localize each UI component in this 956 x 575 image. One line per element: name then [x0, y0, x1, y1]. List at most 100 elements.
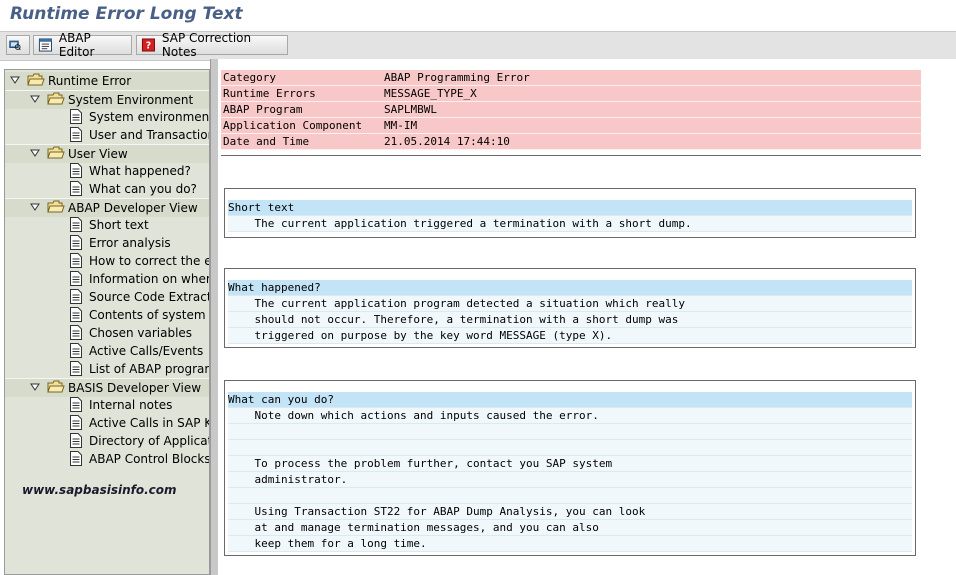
- display-object-button[interactable]: [6, 35, 30, 55]
- tree-item-information-on-where[interactable]: Information on where: [5, 270, 210, 288]
- tree-item-directory-of-application-tables[interactable]: Directory of Applicatio: [5, 432, 210, 450]
- document-icon: [70, 307, 82, 322]
- section-line-text: at and manage termination messages, and …: [228, 521, 599, 534]
- tree-item-label: Directory of Applicatio: [89, 434, 210, 448]
- tree-item-contents-of-system-fields[interactable]: Contents of system fie: [5, 306, 209, 324]
- dump-header-table: Category ABAP Programming Error Runtime …: [221, 70, 921, 150]
- section-line-text: The current application triggered a term…: [228, 217, 692, 230]
- sap-correction-notes-button[interactable]: ? SAP Correction Notes: [136, 31, 288, 59]
- section-line: keep them for a long time.: [228, 536, 912, 552]
- tree-node-label: ABAP Developer View: [68, 201, 198, 215]
- header-value: MESSAGE_TYPE_X: [384, 87, 477, 100]
- tree-item-label: System environment: [89, 110, 210, 124]
- abap-editor-button[interactable]: ABAP Editor: [33, 31, 132, 59]
- tree-node-label: System Environment: [68, 93, 194, 107]
- tree-item-label: Active Calls in SAP Ker: [89, 416, 209, 430]
- section-line-text: Note down which actions and inputs cause…: [228, 409, 599, 422]
- folder-open-icon: [47, 146, 65, 159]
- section-line-text: administrator.: [228, 473, 348, 486]
- display-icon: [9, 40, 21, 51]
- section-line: The current application triggered a term…: [228, 216, 912, 232]
- section-title-text: What happened?: [228, 281, 321, 294]
- pane-splitter[interactable]: [210, 59, 218, 575]
- tree-item-what-happened[interactable]: What happened?: [5, 162, 209, 180]
- tree-item-active-calls-in-sap-kernel[interactable]: Active Calls in SAP Ker: [5, 414, 209, 432]
- document-icon: [70, 361, 82, 376]
- header-row: Date and Time 21.05.2014 17:44:10: [221, 134, 921, 150]
- section-line: should not occur. Therefore, a terminati…: [228, 312, 912, 328]
- tree-item-label: ABAP Control Blocks ((: [89, 452, 210, 466]
- tree-item-label: How to correct the er: [89, 254, 210, 268]
- tree-item-source-code-extract[interactable]: Source Code Extract: [5, 288, 210, 306]
- tree-item-label: List of ABAP programs: [89, 362, 210, 376]
- notes-icon: ?: [141, 38, 155, 52]
- header-value: MM-IM: [384, 119, 418, 132]
- tree-node-abap-developer-view[interactable]: ABAP Developer View: [5, 198, 209, 217]
- tree-item-active-calls-events[interactable]: Active Calls/Events: [5, 342, 209, 360]
- document-icon: [70, 343, 82, 358]
- folder-open-icon: [47, 380, 65, 393]
- header-key: ABAP Program: [223, 103, 303, 116]
- sap-correction-notes-label: SAP Correction Notes: [161, 31, 252, 59]
- document-icon: [70, 415, 82, 430]
- tree-item-internal-notes[interactable]: Internal notes: [5, 396, 209, 414]
- tree-item-label: What can you do?: [89, 182, 197, 196]
- tree-node-label: Runtime Error: [48, 74, 132, 88]
- section-line-text: To process the problem further, contact …: [228, 457, 613, 470]
- tree-node-label: User View: [68, 147, 128, 161]
- section-line: Note down which actions and inputs cause…: [228, 408, 912, 424]
- tree-item-user-and-transaction[interactable]: User and Transaction: [5, 126, 209, 144]
- tree-item-what-can-you-do[interactable]: What can you do?: [5, 180, 209, 198]
- section-line-text: should not occur. Therefore, a terminati…: [228, 313, 679, 326]
- header-value: 21.05.2014 17:44:10: [384, 135, 510, 148]
- long-text-content: Category ABAP Programming Error Runtime …: [218, 59, 956, 575]
- header-row: ABAP Program SAPLMBWL: [221, 102, 921, 118]
- section-line: [228, 488, 912, 504]
- tree-item-label: Information on where: [89, 272, 210, 286]
- document-icon: [70, 253, 82, 268]
- application-toolbar: ABAP Editor ? SAP Correction Notes: [0, 31, 956, 61]
- document-icon: [70, 109, 82, 124]
- tree-item-how-to-correct[interactable]: How to correct the er: [5, 252, 210, 270]
- tree-item-label: Chosen variables: [89, 326, 193, 340]
- section-title-text: What can you do?: [228, 393, 334, 406]
- tree-node-user-view[interactable]: User View: [5, 144, 209, 163]
- tree-item-system-environment[interactable]: System environment: [5, 108, 210, 126]
- document-icon: [70, 217, 82, 232]
- tree-item-chosen-variables[interactable]: Chosen variables: [5, 324, 209, 342]
- abap-editor-label: ABAP Editor: [58, 31, 95, 59]
- document-icon: [70, 271, 82, 286]
- section-line-text: The current application program detected…: [228, 297, 685, 310]
- tree-item-abap-control-blocks[interactable]: ABAP Control Blocks ((: [5, 450, 210, 468]
- folder-open-icon: [47, 200, 65, 213]
- section-line-text: Using Transaction ST22 for ABAP Dump Ana…: [228, 505, 646, 518]
- header-divider: [221, 155, 921, 156]
- header-key: Date and Time: [223, 135, 310, 148]
- folder-open-icon: [47, 92, 65, 105]
- header-row: Runtime Errors MESSAGE_TYPE_X: [221, 86, 921, 102]
- document-icon: [70, 451, 82, 466]
- tree-expanded-icon: [10, 76, 20, 84]
- tree-node-basis-developer-view[interactable]: BASIS Developer View: [5, 378, 209, 397]
- section-short-text: Short text The current application trigg…: [224, 188, 916, 238]
- header-row: Application Component MM-IM: [221, 118, 921, 134]
- tree-item-error-analysis[interactable]: Error analysis: [5, 234, 209, 252]
- tree-item-short-text[interactable]: Short text: [5, 216, 209, 234]
- document-icon: [70, 397, 82, 412]
- header-row: Category ABAP Programming Error: [221, 70, 921, 86]
- tree-item-label: Contents of system fie: [89, 308, 209, 322]
- document-icon: [70, 181, 82, 196]
- folder-open-icon: [27, 73, 45, 86]
- section-line: at and manage termination messages, and …: [228, 520, 912, 536]
- tree-expanded-icon: [30, 383, 40, 391]
- tree-item-list-of-abap-programs[interactable]: List of ABAP programs: [5, 360, 210, 378]
- tree-expanded-icon: [30, 203, 40, 211]
- tree-node-runtime-error[interactable]: Runtime Error: [5, 72, 209, 90]
- section-what-happened: What happened? The current application p…: [224, 268, 916, 348]
- tree-item-label: Source Code Extract: [89, 290, 210, 304]
- document-icon: [70, 289, 82, 304]
- tree-item-label: Short text: [89, 218, 149, 232]
- tree-item-label: Error analysis: [89, 236, 171, 250]
- tree-node-system-environment[interactable]: System Environment: [5, 90, 209, 109]
- tree-item-label: Internal notes: [89, 398, 173, 412]
